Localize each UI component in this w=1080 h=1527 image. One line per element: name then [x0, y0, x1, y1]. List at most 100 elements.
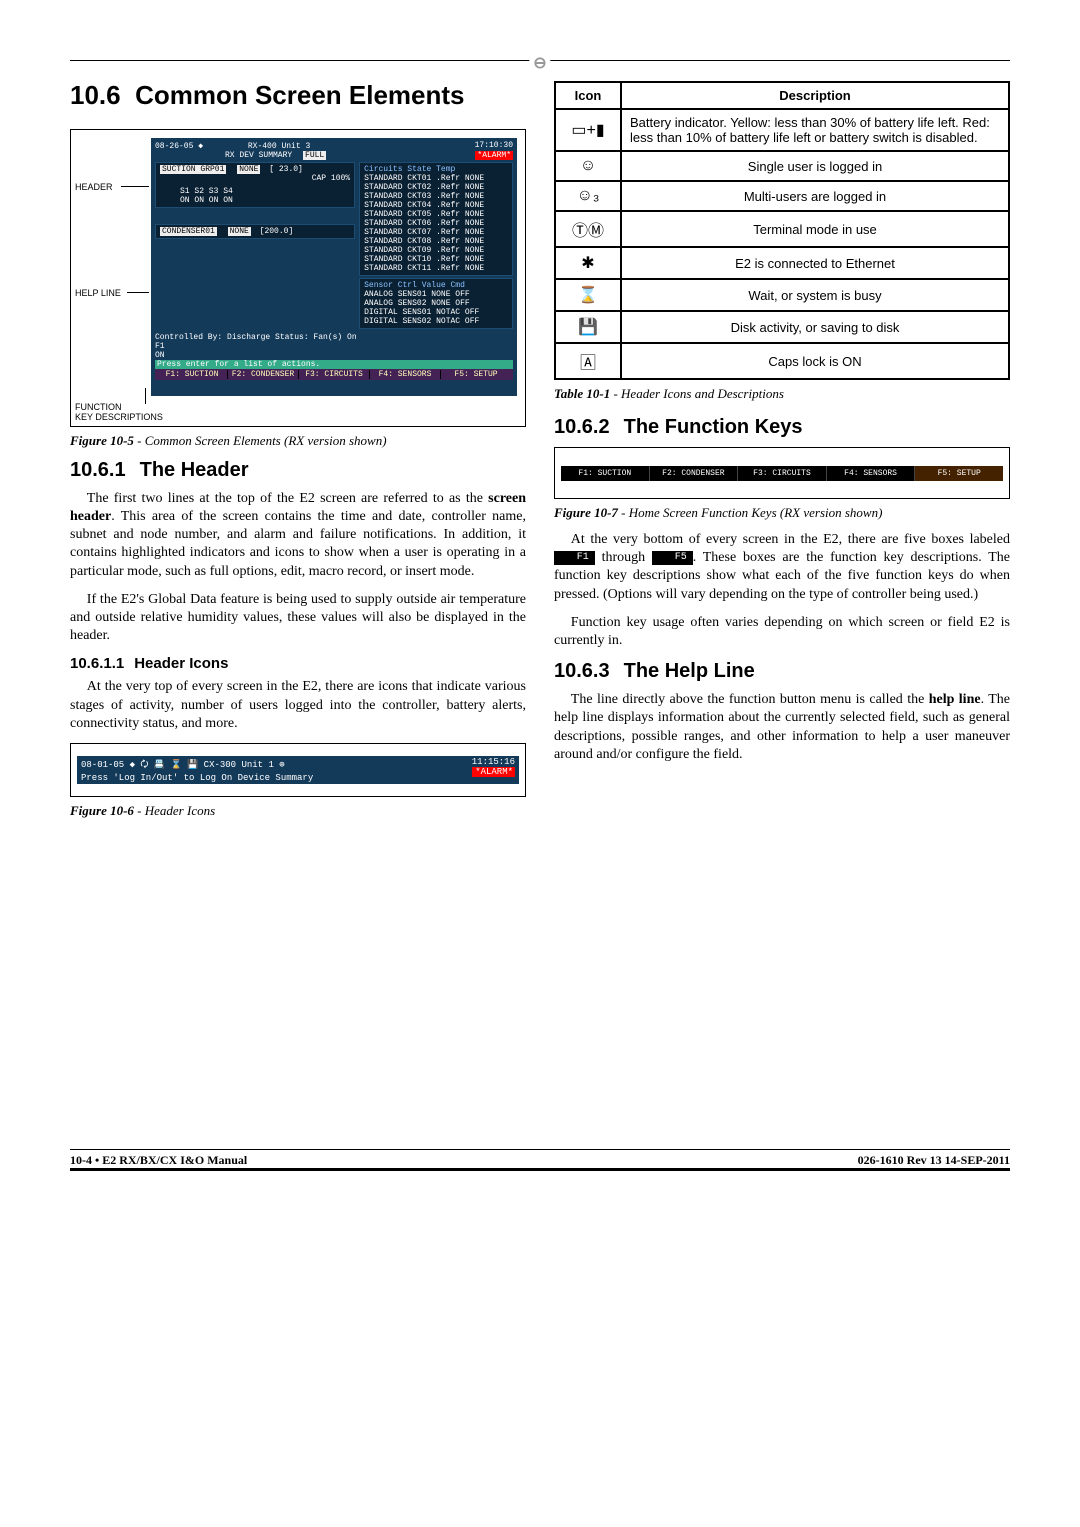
para: At the very bottom of every screen in th… [554, 531, 1010, 604]
right-column: Icon Description ▭+▮ Battery indicator. … [554, 81, 1010, 829]
caption-num: Figure 10-7 [554, 505, 618, 520]
suction-val: [ 23.0] [269, 165, 303, 174]
desc-text: Wait, or system is busy [621, 279, 1009, 311]
table-10-1-caption: Table 10-1 - Header Icons and Descriptio… [554, 386, 1010, 402]
table-row: 🄰 Caps lock is ON [555, 343, 1009, 379]
hdr-subtitle: RX DEV SUMMARY [225, 151, 292, 160]
hdr-unit: RX-400 Unit 3 [248, 142, 310, 151]
screenshot-panel: 08-26-05 ◆ RX-400 Unit 3 17:10:30 RX DEV… [151, 138, 517, 396]
capslock-icon: 🄰 [555, 343, 621, 379]
section-title: 10.6 Common Screen Elements [70, 81, 526, 111]
condenser-block: CONDENSER01 NONE [200.0] [155, 224, 355, 239]
text: . This area of the screen contains the t… [70, 509, 526, 579]
left-column: 10.6 Common Screen Elements HEADER HELP … [70, 81, 526, 829]
desc-text: Multi-users are logged in [621, 181, 1009, 211]
fkey[interactable]: F2: CONDENSER [228, 370, 299, 379]
circuit-row: STANDARD CKT11 .Refr NONE [364, 264, 508, 273]
caption-num: Figure 10-6 [70, 803, 134, 818]
page-number: 10-4 • [70, 1153, 102, 1167]
fkey[interactable]: F3: CIRCUITS [738, 466, 827, 481]
table-row: ☺₃ Multi-users are logged in [555, 181, 1009, 211]
circuits-title: Circuits State Temp [364, 165, 508, 174]
circuit-row: STANDARD CKT07 .Refr NONE [364, 228, 508, 237]
battery-icon: ▭+▮ [555, 109, 621, 151]
caption-num: Figure 10-5 [70, 433, 134, 448]
table-row: ☺ Single user is logged in [555, 151, 1009, 181]
bold-text: help line [929, 692, 981, 707]
multi-user-icon: ☺₃ [555, 181, 621, 211]
heading-10-6-1-1: 10.6.1.1Header Icons [70, 655, 526, 672]
circuit-row: STANDARD CKT03 .Refr NONE [364, 192, 508, 201]
text: The first two lines at the top of the E2… [87, 491, 488, 506]
heading-text: The Header [140, 459, 249, 481]
fkey-strip: F1: SUCTION F2: CONDENSER F3: CIRCUITS F… [561, 466, 1003, 481]
fkey[interactable]: F5: SETUP [441, 370, 511, 379]
sensor-row: DIGITAL SENS01 NOTAC OFF [364, 308, 508, 317]
hdr-full-badge: FULL [303, 151, 326, 160]
table-row: ⓉⓂ Terminal mode in use [555, 211, 1009, 247]
help-line-text: Controlled By: Discharge Status: Fan(s) … [155, 333, 513, 342]
heading-num: 10.6.3 [554, 660, 610, 682]
fkey[interactable]: F3: CIRCUITS [299, 370, 370, 379]
figure-10-5: HEADER HELP LINE FUNCTION KEY DESCRIPTIO… [70, 129, 526, 427]
footer-left: 10-4 • E2 RX/BX/CX I&O Manual [70, 1153, 247, 1168]
th-icon: Icon [555, 82, 621, 109]
circuit-row: STANDARD CKT04 .Refr NONE [364, 201, 508, 210]
para: At the very top of every screen in the E… [70, 678, 526, 733]
hb-time: 11:15:16 [472, 757, 515, 767]
text: The line directly above the function but… [571, 692, 929, 707]
sensor-row: ANALOG SENS02 NONE OFF [364, 299, 508, 308]
heading-10-6-2: 10.6.2The Function Keys [554, 416, 1010, 439]
fkey[interactable]: F5: SETUP [915, 466, 1003, 481]
terminal-mode-icon: ⓉⓂ [555, 211, 621, 247]
hb-sub: Press 'Log In/Out' to Log On Device Summ… [81, 773, 313, 783]
para: The line directly above the function but… [554, 691, 1010, 764]
caption-num: Table 10-1 [554, 386, 610, 401]
top-rule: ⊖ [70, 60, 1010, 61]
caption-text: - Header Icons and Descriptions [610, 386, 784, 401]
fkey-bar: F1: SUCTION F2: CONDENSER F3: CIRCUITS F… [155, 369, 513, 380]
sensor-row: ANALOG SENS01 NONE OFF [364, 290, 508, 299]
fkey[interactable]: F4: SENSORS [827, 466, 916, 481]
annot-line [127, 292, 149, 293]
circuit-row: STANDARD CKT06 .Refr NONE [364, 219, 508, 228]
sensor-title: Sensor Ctrl Value Cmd [364, 281, 508, 290]
section-title-text: Common Screen Elements [135, 80, 464, 110]
disk-icon: 💾 [555, 311, 621, 343]
table-row: ▭+▮ Battery indicator. Yellow: less than… [555, 109, 1009, 151]
table-header-row: Icon Description [555, 82, 1009, 109]
fkey[interactable]: F1: SUCTION [157, 370, 228, 379]
hdr-row2: RX DEV SUMMARY FULL *ALARM* [155, 151, 513, 160]
enter-hint: Press enter for a list of actions. [155, 360, 513, 369]
figure-10-7: F1: SUCTION F2: CONDENSER F3: CIRCUITS F… [554, 447, 1010, 499]
annot-function: FUNCTION [75, 402, 122, 412]
icon-description-table: Icon Description ▭+▮ Battery indicator. … [554, 81, 1010, 380]
suction-cap: CAP 100% [160, 174, 350, 183]
hdr-alarm-badge: *ALARM* [475, 151, 513, 160]
wait-icon: ⌛ [555, 279, 621, 311]
fkey[interactable]: F4: SENSORS [370, 370, 441, 379]
hb-left: 08-01-05 ◆ 🗘 📇 ⌛ 💾 CX-300 Unit 1 ⊕ [81, 757, 313, 773]
ethernet-icon: ✱ [555, 247, 621, 279]
page-footer: 10-4 • E2 RX/BX/CX I&O Manual 026-1610 R… [70, 1149, 1010, 1171]
key-f5-icon: F5 [652, 551, 693, 565]
fkey[interactable]: F2: CONDENSER [650, 466, 739, 481]
circuit-row: STANDARD CKT02 .Refr NONE [364, 183, 508, 192]
key-f1-icon: F1 [554, 551, 595, 565]
hb-alarm: *ALARM* [472, 767, 515, 777]
circuit-row: STANDARD CKT09 .Refr NONE [364, 246, 508, 255]
sensor-row: DIGITAL SENS02 NOTAC OFF [364, 317, 508, 326]
suction-block: SUCTION GRP01 NONE [ 23.0] CAP 100% S1 S… [155, 162, 355, 208]
text: At the very bottom of every screen in th… [571, 532, 1010, 547]
circuit-row: STANDARD CKT08 .Refr NONE [364, 237, 508, 246]
footer-right: 026-1610 Rev 13 14-SEP-2011 [858, 1153, 1010, 1168]
heading-text: Header Icons [134, 655, 228, 672]
desc-text: Single user is logged in [621, 151, 1009, 181]
logo-icon: ⊖ [529, 53, 550, 73]
fkey[interactable]: F1: SUCTION [561, 466, 650, 481]
table-row: 💾 Disk activity, or saving to disk [555, 311, 1009, 343]
figure-10-6-caption: Figure 10-6 - Header Icons [70, 803, 526, 819]
header-bar: 08-01-05 ◆ 🗘 📇 ⌛ 💾 CX-300 Unit 1 ⊕ Press… [77, 756, 519, 784]
table-row: ✱ E2 is connected to Ethernet [555, 247, 1009, 279]
desc-text: Disk activity, or saving to disk [621, 311, 1009, 343]
